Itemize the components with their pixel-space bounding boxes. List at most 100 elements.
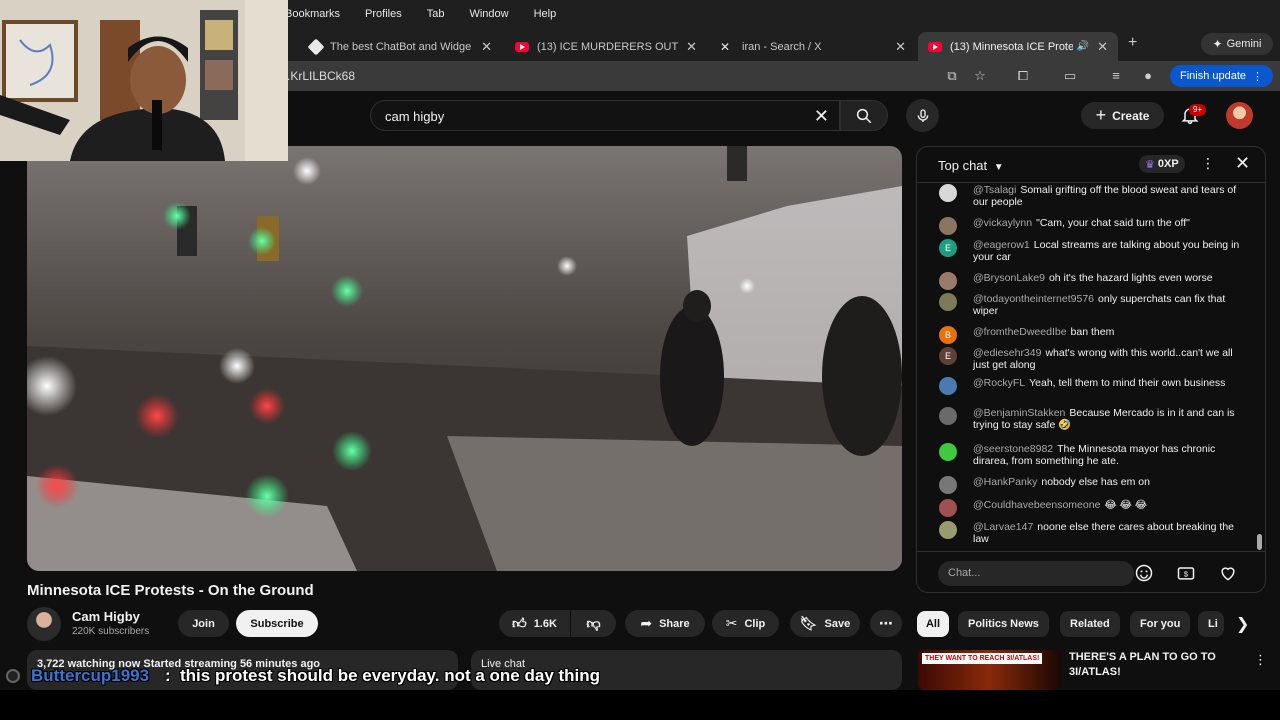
subscribe-button[interactable]: Subscribe — [236, 610, 318, 637]
menu-bookmarks[interactable]: Bookmarks — [285, 8, 340, 20]
chat-avatar: B — [939, 326, 957, 344]
chat-avatar — [939, 184, 957, 202]
plus-icon: + — [1095, 105, 1107, 125]
chat-scrollbar[interactable] — [1257, 534, 1262, 550]
chat-avatar — [939, 407, 957, 425]
video-title: Minnesota ICE Protests - On the Ground — [27, 582, 314, 599]
search-icon — [856, 108, 872, 123]
profile-avatar-icon[interactable]: ● — [1140, 68, 1156, 84]
heart-icon[interactable] — [1218, 563, 1238, 583]
menu-profiles[interactable]: Profiles — [365, 8, 402, 20]
close-icon[interactable]: ✕ — [481, 39, 492, 55]
join-button[interactable]: Join — [178, 610, 229, 637]
chat-username[interactable]: @vickaylynn — [973, 217, 1032, 229]
menu-help[interactable]: Help — [534, 8, 557, 20]
create-button[interactable]: + Create — [1081, 102, 1164, 129]
youtube-icon — [928, 41, 942, 52]
chip-all[interactable]: All — [917, 611, 949, 637]
browser-tab-ice-murderers[interactable]: (13) ICE MURDERERS OUT O ✕ — [505, 32, 707, 61]
clip-label: Clip — [744, 617, 766, 630]
xp-label: 0XP — [1157, 158, 1179, 170]
chat-username[interactable]: @RockyFL — [973, 377, 1025, 389]
voice-search-button[interactable] — [906, 99, 939, 132]
close-icon[interactable]: ✕ — [1235, 153, 1250, 174]
like-count: 1.6K — [533, 617, 557, 630]
chat-username[interactable]: @seerstone8982 — [973, 443, 1053, 455]
close-icon[interactable]: ✕ — [1097, 39, 1108, 55]
chat-avatar: E — [939, 239, 957, 257]
finish-update-button[interactable]: Finish update ⋮ — [1170, 65, 1273, 87]
dislike-button[interactable]: 👎︎ — [571, 610, 616, 637]
chat-text: Yeah, tell them to mind their own busine… — [1029, 377, 1226, 389]
reading-list-icon[interactable]: ≡ — [1108, 68, 1124, 84]
chip-related[interactable]: Related — [1060, 611, 1120, 637]
chat-input[interactable]: Chat... — [938, 561, 1134, 586]
kebab-menu-icon: ⋮ — [1252, 70, 1264, 83]
bookmark-star-icon[interactable]: ☆ — [972, 68, 988, 84]
chat-username[interactable]: @fromtheDweedIbe — [973, 326, 1067, 338]
chat-header: Top chat ▼ ♛ 0XP ⋮ ✕ — [917, 147, 1265, 183]
emoji-icon[interactable] — [1134, 563, 1154, 583]
chip-for-you[interactable]: For you — [1130, 611, 1191, 637]
browser-tab-chatbot[interactable]: The best ChatBot and Widge ✕ — [300, 32, 502, 61]
chat-message: @todayontheinternet9576 only superchats c… — [939, 293, 1249, 317]
share-button[interactable]: ➦ Share — [625, 610, 705, 637]
kebab-menu-icon[interactable]: ⋮ — [1201, 155, 1215, 172]
video-player[interactable] — [27, 146, 902, 571]
svg-text:$: $ — [1184, 569, 1189, 578]
super-chat-icon[interactable]: $ — [1176, 563, 1196, 583]
like-button[interactable]: 👍︎ 1.6K — [499, 610, 570, 637]
chat-avatar — [939, 293, 957, 311]
chat-username[interactable]: @HankPanky — [973, 476, 1037, 488]
clear-search-icon[interactable]: ✕ — [814, 106, 829, 127]
chevron-right-icon[interactable]: ❯ — [1236, 614, 1249, 634]
share-label: Share — [659, 617, 690, 630]
chat-message: @vickaylynn "Cam, your chat said turn the… — [939, 217, 1249, 235]
webcam-image — [0, 0, 288, 161]
browser-tab-minnesota[interactable]: (13) Minnesota ICE Protes 🔊 ✕ — [918, 32, 1118, 61]
chat-username[interactable]: @eagerow1 — [973, 239, 1030, 251]
menu-tab[interactable]: Tab — [427, 8, 445, 20]
install-app-icon[interactable]: ⧉ — [944, 68, 960, 84]
extensions-icon[interactable]: ⧠ — [1015, 68, 1031, 84]
top-chat-dropdown[interactable]: Top chat ▼ — [938, 158, 1004, 173]
chat-message: B @fromtheDweedIbe ban them — [939, 326, 1249, 344]
webcam-overlay — [0, 0, 288, 161]
gemini-button[interactable]: ✦ Gemini — [1201, 33, 1273, 55]
close-icon[interactable]: ✕ — [895, 39, 906, 55]
share-icon: ➦ — [640, 615, 653, 631]
bottom-letterbox — [0, 690, 1280, 720]
chat-username[interactable]: @BrysonLake9 — [973, 272, 1045, 284]
chip-live[interactable]: Li — [1198, 611, 1224, 637]
live-chat-panel: Top chat ▼ ♛ 0XP ⋮ ✕ @Tsalagi Somali grif… — [916, 146, 1266, 593]
save-button[interactable]: 🔖︎ Save — [790, 610, 860, 637]
media-icon[interactable]: ▭ — [1062, 68, 1078, 84]
chat-username[interactable]: @BenjaminStakken — [973, 407, 1065, 419]
join-label: Join — [192, 617, 215, 630]
chip-politics-news[interactable]: Politics News — [958, 611, 1049, 637]
chat-avatar — [939, 377, 957, 395]
url-field[interactable]: .KrLILBCk68 — [287, 69, 355, 83]
close-icon[interactable]: ✕ — [686, 39, 697, 55]
chat-username[interactable]: @Couldhavebeensomeone — [973, 499, 1100, 511]
speaker-icon[interactable]: 🔊 — [1077, 41, 1089, 52]
search-input[interactable]: cam higby ✕ — [370, 100, 840, 131]
xp-badge[interactable]: ♛ 0XP — [1139, 155, 1185, 173]
channel-avatar[interactable] — [27, 607, 61, 641]
chat-avatar — [939, 499, 957, 517]
search-button[interactable] — [840, 100, 888, 131]
more-actions-button[interactable]: ⋯ — [870, 610, 902, 637]
chat-username[interactable]: @ediesehr349 — [973, 347, 1041, 359]
chat-avatar — [939, 521, 957, 539]
chat-username[interactable]: @todayontheinternet9576 — [973, 293, 1094, 305]
chatbot-icon — [307, 38, 325, 55]
menu-window[interactable]: Window — [469, 8, 508, 20]
chat-username[interactable]: @Larvae147 — [973, 521, 1033, 533]
top-chat-label: Top chat — [938, 158, 988, 173]
chat-username[interactable]: @Tsalagi — [973, 184, 1016, 196]
account-avatar[interactable] — [1226, 102, 1253, 129]
browser-tab-x-search[interactable]: ✕ iran - Search / X ✕ — [710, 32, 916, 61]
new-tab-plus-icon[interactable]: + — [1128, 34, 1137, 52]
clip-button[interactable]: ✂ Clip — [712, 610, 779, 637]
channel-name[interactable]: Cam Higby — [72, 609, 140, 624]
